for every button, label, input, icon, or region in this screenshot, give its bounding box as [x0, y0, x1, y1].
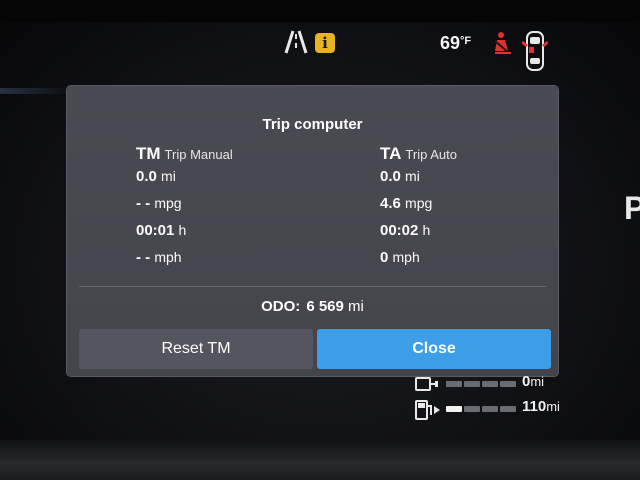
trip-manual-time: 00:01 h	[136, 222, 233, 249]
odometer-unit: mi	[348, 298, 364, 315]
temperature-value: 69	[440, 33, 461, 53]
close-button[interactable]: Close	[317, 329, 551, 369]
speed-unit: mph	[392, 249, 420, 265]
speed-value: 0	[380, 249, 389, 266]
trip-manual-header: TM Trip Manual	[136, 144, 233, 168]
range-segment	[446, 381, 462, 387]
speed-unit: mph	[154, 249, 182, 265]
trip-auto-header: TA Trip Auto	[380, 144, 457, 168]
electric-range-unit: mi	[530, 374, 545, 389]
trip-manual-economy: - - mpg	[136, 195, 233, 222]
dialog-divider	[79, 286, 546, 287]
fuel-range-number: 110	[522, 398, 547, 415]
trip-auto-name: Trip Auto	[405, 147, 457, 162]
outside-temperature: 69°F	[440, 33, 471, 54]
odometer-value: 6 569	[306, 298, 344, 315]
trip-auto-time: 00:02 h	[380, 222, 457, 249]
dialog-title: Trip computer	[262, 116, 363, 133]
range-segment	[482, 406, 498, 412]
range-segment	[500, 406, 516, 412]
distance-unit: mi	[161, 168, 176, 184]
range-segment	[464, 406, 480, 412]
trip-auto-distance: 0.0 mi	[380, 168, 457, 195]
edge-glow	[0, 88, 70, 94]
info-icon: i	[315, 33, 335, 53]
speed-value: - -	[136, 249, 151, 266]
bottom-bezel	[0, 440, 640, 480]
time-value: 00:02	[380, 222, 419, 239]
fuel-pump-icon	[415, 400, 440, 420]
trip-manual-distance: 0.0 mi	[136, 168, 233, 195]
trip-auto-column: TA Trip Auto 0.0 mi 4.6 mpg 00:02 h 0 mph	[380, 144, 457, 276]
trip-auto-abbr: TA	[380, 144, 402, 163]
electric-range-gauge: 0mi	[414, 373, 584, 395]
trip-auto-economy: 4.6 mpg	[380, 195, 457, 222]
fuel-range-gauge: 110mi	[414, 398, 584, 420]
temperature-unit: °F	[460, 35, 472, 47]
lane-assist-icon	[284, 30, 308, 54]
time-unit: h	[422, 222, 431, 238]
fuel-range-unit: mi	[546, 399, 560, 414]
reset-tm-button[interactable]: Reset TM	[79, 329, 313, 369]
range-segment	[446, 406, 462, 412]
distance-value: 0.0	[380, 168, 401, 185]
electric-range-value: 0mi	[522, 373, 544, 390]
trip-manual-abbr: TM	[136, 144, 161, 163]
seatbelt-warning-icon	[494, 32, 511, 54]
range-segment	[464, 381, 480, 387]
car-doors-icon	[522, 31, 548, 71]
trip-manual-name: Trip Manual	[164, 147, 233, 162]
distance-value: 0.0	[136, 168, 157, 185]
economy-unit: mpg	[154, 195, 182, 211]
economy-value: - -	[136, 195, 151, 212]
trip-computer-dialog: Trip computer TM Trip Manual 0.0 mi - - m…	[67, 86, 558, 376]
time-value: 00:01	[136, 222, 175, 239]
top-bezel	[0, 0, 640, 22]
odometer-label: ODO:	[261, 298, 301, 315]
odometer: ODO: 6 569 mi	[67, 298, 558, 315]
time-unit: h	[178, 222, 187, 238]
range-segment	[500, 381, 516, 387]
trip-manual-column: TM Trip Manual 0.0 mi - - mpg 00:01 h - -…	[136, 144, 233, 276]
edge-gear-letter: P	[624, 190, 640, 226]
range-segment	[482, 381, 498, 387]
distance-unit: mi	[405, 168, 420, 184]
trip-auto-speed: 0 mph	[380, 249, 457, 276]
economy-value: 4.6	[380, 195, 401, 212]
trip-manual-speed: - - mph	[136, 249, 233, 276]
economy-unit: mpg	[405, 195, 433, 211]
fuel-range-value: 110mi	[522, 398, 560, 415]
battery-plug-icon	[415, 377, 438, 391]
